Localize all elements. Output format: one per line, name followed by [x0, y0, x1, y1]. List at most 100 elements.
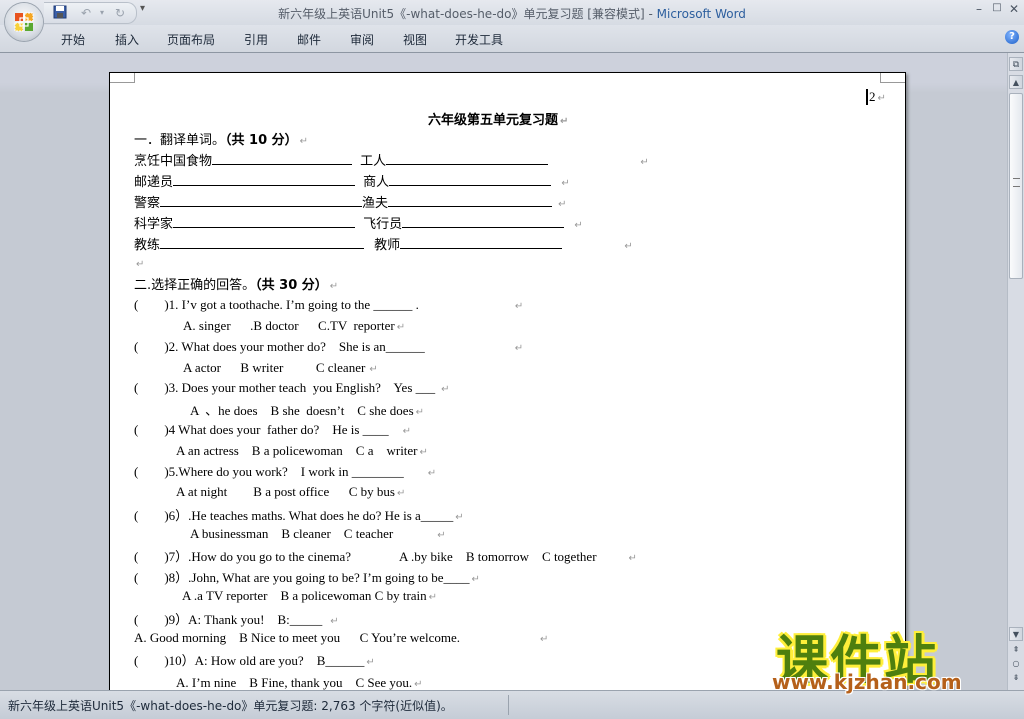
vocab-word: 渔夫 — [362, 196, 389, 211]
watermark-url: www.kjzhan.com — [772, 670, 962, 694]
paragraph-mark: ↵ — [402, 426, 412, 437]
tab-page-layout[interactable]: 页面布局 — [167, 31, 215, 48]
paragraph-mark: ↵ — [561, 178, 570, 189]
options-text: A .a TV reporter B a policewoman C by tr… — [182, 588, 427, 603]
paragraph-mark: ↵ — [471, 574, 480, 585]
section-score: （共 30 分） — [255, 278, 328, 293]
restore-button[interactable]: □ — [990, 2, 1004, 13]
view-ruler-icon[interactable]: ⧉ — [1009, 57, 1023, 71]
answer-bracket[interactable]: ( ) — [134, 612, 169, 627]
empty-paragraph: ↵ — [134, 255, 144, 271]
answer-bracket[interactable]: ( ) — [134, 653, 169, 668]
answer-blank[interactable] — [388, 194, 553, 207]
options-5: A at night B a post office C by bus ↵ — [176, 484, 405, 500]
vocab-row: 教练 教师 ↵ — [134, 234, 633, 253]
answer-bracket[interactable]: ( ) — [134, 570, 169, 585]
options-3: A 、he does B she doesn’t C she does ↵ — [190, 400, 424, 419]
scroll-down-button[interactable]: ▼ — [1009, 627, 1023, 641]
vocab-row: 邮递员 商人 ↵ — [134, 171, 570, 190]
paragraph-mark: ↵ — [299, 136, 309, 147]
answer-bracket[interactable]: ( ) — [134, 508, 169, 523]
office-button[interactable] — [5, 3, 43, 41]
question-text: 3. Does your mother teach you English? Y… — [168, 380, 436, 395]
paragraph-mark: ↵ — [514, 301, 524, 312]
paragraph-mark: ↵ — [560, 116, 569, 127]
tab-home[interactable]: 开始 — [61, 31, 85, 48]
paragraph-mark: ↵ — [624, 241, 633, 252]
title-bar: ↶ ▾ ↻ ▾ 新六年级上英语Unit5《-what-does-he-do》单元… — [0, 0, 1024, 25]
title-separator: - — [644, 7, 657, 21]
answer-bracket[interactable]: ( ) — [134, 549, 169, 564]
office-logo-icon — [14, 12, 34, 32]
text-cursor-page-number: 2 ↵ — [866, 89, 886, 105]
options-text: A businessman B cleaner C teacher — [190, 526, 394, 541]
vertical-scrollbar[interactable]: ⧉ ▲ ▼ ⇞ ○ ⇟ — [1007, 53, 1024, 690]
paragraph-mark: ↵ — [441, 384, 450, 395]
tab-developer[interactable]: 开发工具 — [455, 31, 503, 48]
answer-bracket[interactable]: ( ) — [134, 380, 169, 395]
question-4: ( )4 What does your father do? He is ___… — [134, 422, 411, 438]
scrollbar-thumb[interactable] — [1009, 93, 1023, 279]
answer-blank[interactable] — [400, 236, 563, 249]
paragraph-mark: ↵ — [330, 616, 339, 627]
options-text: A 、he does B she doesn’t C she does — [190, 403, 414, 418]
section1-heading: 一．翻译单词。（共 10 分） ↵ — [134, 129, 308, 148]
previous-page-button[interactable]: ⇞ — [1009, 643, 1023, 657]
answer-blank[interactable] — [389, 173, 552, 186]
paragraph-mark: ↵ — [427, 468, 437, 479]
options-4: A an actress B a policewoman C a writer ↵ — [176, 443, 428, 459]
section2-heading: 二.选择正确的回答。（共 30 分） ↵ — [134, 274, 338, 293]
answer-bracket[interactable]: ( ) — [134, 422, 169, 437]
tab-review[interactable]: 审阅 — [350, 31, 374, 48]
question-text: 5.Where do you work? I work in ________ — [168, 464, 404, 479]
question-text: 4 What does your father do? He is ____ — [168, 422, 389, 437]
next-page-button[interactable]: ⇟ — [1009, 671, 1023, 685]
answer-blank[interactable] — [160, 194, 363, 207]
options-10: A. I’m nine B Fine, thank you C See you.… — [176, 675, 423, 691]
vocab-word: 邮递员 — [134, 175, 174, 190]
crop-mark-top-right — [880, 73, 905, 83]
scroll-up-button[interactable]: ▲ — [1009, 75, 1023, 89]
tab-mailings[interactable]: 邮件 — [297, 31, 321, 48]
close-button[interactable]: ✕ — [1007, 2, 1021, 16]
question-text: 7）.How do you go to the cinema? A .by bi… — [168, 549, 597, 564]
options-2: A actor B writer C cleaner ↵ — [183, 360, 378, 376]
question-9: ( )9）A: Thank you! B:_____ ↵ — [134, 609, 339, 628]
paragraph-mark: ↵ — [396, 488, 406, 499]
answer-blank[interactable] — [402, 215, 565, 228]
paragraph-mark: ↵ — [877, 93, 886, 104]
tab-insert[interactable]: 插入 — [115, 31, 139, 48]
crop-mark-top-left — [110, 73, 135, 83]
document-heading: 六年级第五单元复习题 ↵ — [428, 109, 568, 128]
answer-bracket[interactable]: ( ) — [134, 339, 169, 354]
section-score: （共 10 分） — [225, 133, 298, 148]
question-text: 9）A: Thank you! B:_____ — [168, 612, 323, 627]
app-name: Microsoft Word — [656, 7, 746, 21]
answer-blank[interactable] — [173, 215, 356, 228]
options-text: A. singer .B doctor C.TV reporter — [183, 318, 395, 333]
minimize-button[interactable]: – — [972, 2, 986, 16]
answer-blank[interactable] — [212, 152, 353, 165]
answer-blank[interactable] — [386, 152, 549, 165]
answer-bracket[interactable]: ( ) — [134, 297, 169, 312]
question-10: ( )10）A: How old are you? B______ ↵ — [134, 650, 375, 669]
paragraph-mark: ↵ — [640, 157, 649, 168]
options-text: A. I’m nine B Fine, thank you C See you. — [176, 675, 413, 690]
answer-blank[interactable] — [173, 173, 356, 186]
question-7: ( )7）.How do you go to the cinema? A .by… — [134, 546, 637, 565]
tab-view[interactable]: 视图 — [403, 31, 427, 48]
paragraph-mark: ↵ — [558, 199, 567, 210]
options-6: A businessman B cleaner C teacher ↵ — [190, 526, 446, 542]
paragraph-mark: ↵ — [437, 530, 446, 541]
options-1: A. singer .B doctor C.TV reporter ↵ — [183, 318, 405, 334]
select-browse-object-button[interactable]: ○ — [1009, 657, 1023, 671]
vocab-row: 警察 渔夫 ↵ — [134, 192, 567, 211]
help-icon[interactable]: ? — [1005, 30, 1019, 44]
tab-references[interactable]: 引用 — [244, 31, 268, 48]
paragraph-mark: ↵ — [455, 512, 464, 523]
vocab-word: 工人 — [360, 154, 387, 169]
ribbon: 开始 插入 页面布局 引用 邮件 审阅 视图 开发工具 ? — [0, 25, 1024, 53]
question-5: ( )5.Where do you work? I work in ______… — [134, 464, 436, 480]
answer-bracket[interactable]: ( ) — [134, 464, 169, 479]
answer-blank[interactable] — [160, 236, 365, 249]
